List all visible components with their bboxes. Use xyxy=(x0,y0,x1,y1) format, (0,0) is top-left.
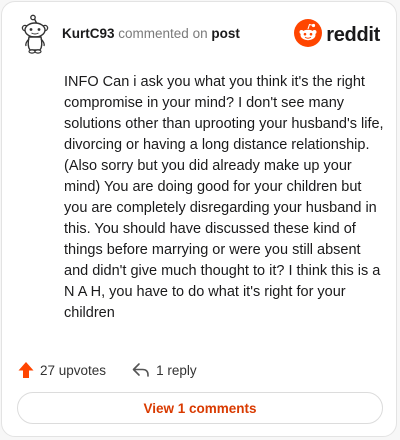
comment-card: KurtC93 commented on post reddit INFO Ca… xyxy=(1,1,397,437)
reddit-logo-text: reddit xyxy=(326,23,380,46)
comment-actions: 27 upvotes 1 reply xyxy=(18,358,197,382)
upvote-button[interactable]: 27 upvotes xyxy=(18,361,106,379)
reply-count: 1 reply xyxy=(156,362,197,378)
reddit-logo-icon xyxy=(294,18,323,52)
reddit-logo[interactable]: reddit xyxy=(294,18,380,52)
reply-arrow-icon xyxy=(132,362,150,378)
post-link[interactable]: post xyxy=(211,26,240,41)
username-link[interactable]: KurtC93 xyxy=(62,26,115,41)
commented-on-label: commented on xyxy=(118,26,208,41)
reply-button[interactable]: 1 reply xyxy=(132,362,197,378)
upvote-arrow-icon xyxy=(18,361,34,379)
comment-header: KurtC93 commented on post reddit xyxy=(2,2,396,66)
comment-byline: KurtC93 commented on post xyxy=(62,26,240,41)
view-comments-button[interactable]: View 1 comments xyxy=(17,392,383,424)
snoo-avatar-icon[interactable] xyxy=(20,14,50,54)
comment-body: INFO Can i ask you what you think it's t… xyxy=(64,74,384,321)
upvote-count: 27 upvotes xyxy=(40,362,107,378)
